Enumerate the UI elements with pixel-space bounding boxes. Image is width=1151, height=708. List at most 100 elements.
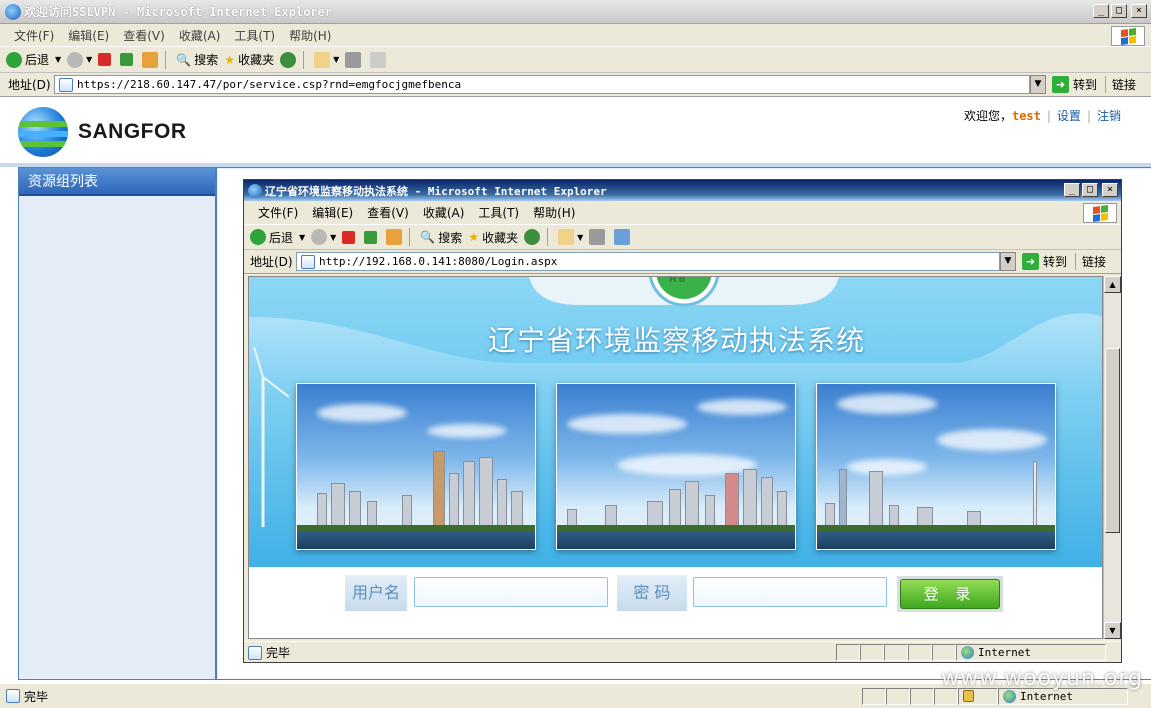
home-button[interactable] <box>142 51 161 68</box>
password-label: 密 码 <box>617 575 687 611</box>
outer-zone-label: Internet <box>1020 689 1073 703</box>
print-button[interactable] <box>345 51 364 68</box>
maximize-button[interactable]: □ <box>1111 4 1127 18</box>
close-button[interactable]: × <box>1131 4 1147 18</box>
brand-name: SANGFOR <box>78 120 187 143</box>
inner-go-label: 转到 <box>1043 255 1068 269</box>
inner-print-icon <box>589 229 606 245</box>
sidebar-title[interactable]: 资源组列表 <box>19 168 215 196</box>
back-button[interactable]: 后退 ▼ <box>6 51 61 68</box>
minimize-button[interactable]: _ <box>1093 4 1109 18</box>
mail-button[interactable]: ▼ <box>314 51 339 68</box>
menu-tools[interactable]: 工具(T) <box>234 27 275 44</box>
search-button[interactable]: 🔍 搜索 <box>176 51 218 68</box>
address-url: https://218.60.147.47/por/service.csp?rn… <box>77 78 462 91</box>
lock-icon <box>963 690 974 702</box>
username-input[interactable] <box>414 577 608 607</box>
star-icon: ★ <box>224 52 236 67</box>
sangfor-logo: SANGFOR <box>18 107 187 157</box>
city-photo-1 <box>296 383 536 550</box>
outer-menu-bar: 文件(F) 编辑(E) 查看(V) 收藏(A) 工具(T) 帮助(H) <box>0 24 1151 47</box>
inner-maximize-button[interactable]: □ <box>1082 183 1098 197</box>
status-page-icon <box>6 689 20 703</box>
env-badge: HB <box>669 276 688 285</box>
edit-icon <box>370 51 387 68</box>
forward-arrow-icon <box>67 51 84 68</box>
system-title: 辽宁省环境监察移动执法系统 <box>487 324 865 357</box>
inner-search-button[interactable]: 🔍 搜索 <box>420 229 462 246</box>
inner-history-button[interactable] <box>524 229 543 245</box>
outer-status-text: 完毕 <box>24 689 49 704</box>
inner-status-text: 完毕 <box>266 646 291 660</box>
inner-search-icon: 🔍 <box>420 230 436 244</box>
inner-print-button[interactable] <box>589 229 608 245</box>
inner-toolbar: 后退 ▼ ▼ 🔍 搜索 ★ 收藏夹 ▼ <box>244 225 1121 250</box>
inner-vertical-scrollbar[interactable]: ▲ ▼ <box>1103 276 1121 639</box>
inner-star-icon: ★ <box>468 230 480 244</box>
favorites-button[interactable]: ★ 收藏夹 <box>224 51 274 68</box>
settings-link[interactable]: 设置 <box>1057 107 1081 124</box>
inner-close-button[interactable]: × <box>1102 183 1118 197</box>
inner-refresh-button[interactable] <box>364 230 380 244</box>
stop-button[interactable] <box>98 53 114 66</box>
menu-view[interactable]: 查看(V) <box>123 27 165 44</box>
forward-button[interactable]: ▼ <box>67 51 92 68</box>
inner-edit-icon <box>614 229 631 245</box>
refresh-button[interactable] <box>120 53 136 66</box>
inner-stop-button[interactable] <box>342 230 358 244</box>
go-button[interactable]: ➜ 转到 <box>1052 76 1097 93</box>
search-label: 搜索 <box>194 53 219 67</box>
inner-favorites-label: 收藏夹 <box>482 230 519 245</box>
stop-icon <box>98 53 112 66</box>
logout-link[interactable]: 注销 <box>1097 107 1121 124</box>
ie-icon <box>5 3 21 20</box>
inner-menu-file[interactable]: 文件(F) <box>258 204 298 221</box>
inner-page-icon <box>301 254 315 269</box>
address-label: 地址(D) <box>8 78 51 92</box>
inner-back-label: 后退 <box>269 230 294 245</box>
menu-edit[interactable]: 编辑(E) <box>68 27 109 44</box>
scroll-down-button[interactable]: ▼ <box>1104 622 1121 639</box>
menu-favorites[interactable]: 收藏(A) <box>179 27 221 44</box>
welcome-text: 欢迎您， <box>963 109 1012 123</box>
inner-status-page-icon <box>248 645 262 660</box>
history-icon <box>280 51 297 68</box>
history-button[interactable] <box>280 51 299 68</box>
edit-button[interactable] <box>370 51 389 68</box>
inner-menu-edit[interactable]: 编辑(E) <box>312 204 353 221</box>
inner-minimize-button[interactable]: _ <box>1064 183 1080 197</box>
inner-home-button[interactable] <box>386 229 405 245</box>
inner-forward-arrow-icon <box>311 229 328 245</box>
mail-icon <box>314 51 331 68</box>
inner-edit-button[interactable] <box>614 229 633 245</box>
inner-favorites-button[interactable]: ★ 收藏夹 <box>468 229 518 246</box>
inner-menu-view[interactable]: 查看(V) <box>367 204 409 221</box>
links-button[interactable]: 链接 <box>1105 76 1136 93</box>
inner-mail-button[interactable]: ▼ <box>558 229 583 245</box>
inner-address-dropdown-button[interactable]: ▼ <box>1000 252 1016 271</box>
inner-menu-help[interactable]: 帮助(H) <box>533 204 575 221</box>
menu-help[interactable]: 帮助(H) <box>289 27 331 44</box>
city-photo-2 <box>556 383 796 550</box>
refresh-icon <box>120 53 134 66</box>
inner-menu-favorites[interactable]: 收藏(A) <box>423 204 465 221</box>
login-button[interactable]: 登 录 <box>900 579 1000 609</box>
inner-links-button[interactable]: 链接 <box>1075 253 1106 270</box>
outer-address-bar: 地址(D) https://218.60.147.47/por/service.… <box>0 73 1151 97</box>
password-input[interactable] <box>693 577 887 607</box>
scroll-thumb[interactable] <box>1105 348 1120 533</box>
inner-forward-button[interactable]: ▼ <box>311 229 336 245</box>
inner-go-arrow-icon: ➜ <box>1022 253 1039 270</box>
inner-back-button[interactable]: 后退 ▼ <box>250 229 305 246</box>
menu-file[interactable]: 文件(F) <box>14 27 54 44</box>
username-label: 用户名 <box>345 575 407 611</box>
inner-go-button[interactable]: ➜ 转到 <box>1022 253 1067 270</box>
inner-address-input[interactable]: http://192.168.0.141:8080/Login.aspx <box>296 252 1000 271</box>
address-input[interactable]: https://218.60.147.47/por/service.csp?rn… <box>54 75 1030 94</box>
internet-globe-icon <box>961 646 974 659</box>
inner-menu-tools[interactable]: 工具(T) <box>478 204 519 221</box>
city-photo-3 <box>816 383 1056 550</box>
scroll-up-button[interactable]: ▲ <box>1104 276 1121 293</box>
watermark: www.wooyun.org <box>941 666 1143 691</box>
address-dropdown-button[interactable]: ▼ <box>1030 75 1046 94</box>
